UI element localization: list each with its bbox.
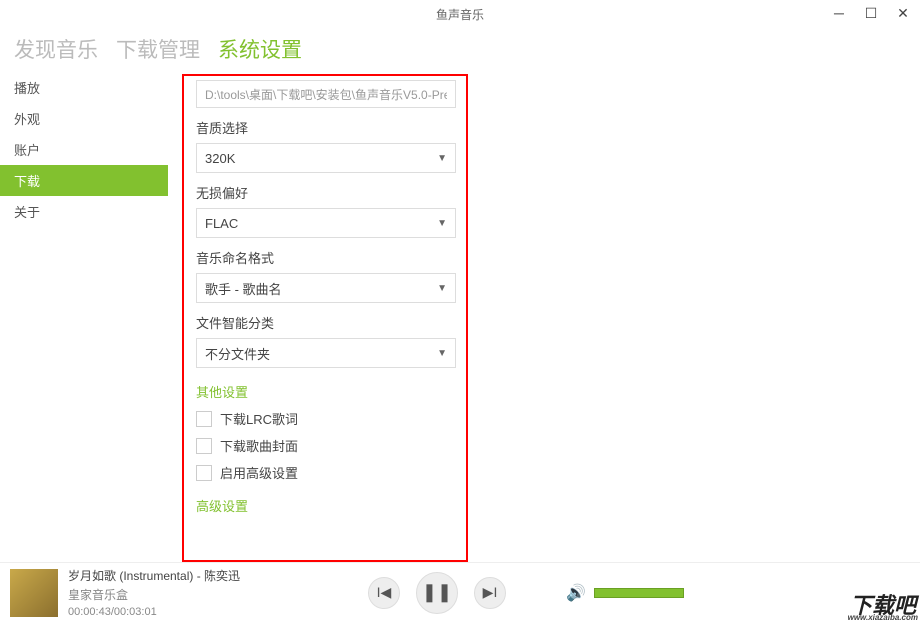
content-area: 播放 外观 账户 下载 关于 音质选择 320K ▼ 无损偏好 FLAC ▼ 音…: [0, 72, 920, 562]
tab-settings[interactable]: 系统设置: [218, 34, 302, 64]
settings-panel: 音质选择 320K ▼ 无损偏好 FLAC ▼ 音乐命名格式 歌手 - 歌曲名 …: [182, 74, 468, 562]
volume-slider[interactable]: [594, 588, 684, 598]
checkbox-row-cover: 下载歌曲封面: [196, 436, 454, 455]
lossless-select[interactable]: FLAC ▼: [196, 208, 456, 238]
volume-section: 🔊: [566, 583, 684, 603]
checkbox-advanced-label: 启用高级设置: [220, 463, 298, 482]
prev-button[interactable]: I◀: [368, 577, 400, 609]
sidebar-item-playback[interactable]: 播放: [0, 72, 168, 103]
classify-select[interactable]: 不分文件夹 ▼: [196, 338, 456, 368]
next-icon: ▶I: [483, 584, 498, 601]
checkbox-cover-label: 下载歌曲封面: [220, 436, 298, 455]
main-tabs: 发现音乐 下载管理 系统设置: [0, 28, 920, 72]
sidebar-item-account[interactable]: 账户: [0, 134, 168, 165]
lossless-label: 无损偏好: [196, 183, 454, 202]
titlebar: 鱼声音乐 ─ ☐ ✕: [0, 0, 920, 28]
naming-value: 歌手 - 歌曲名: [205, 279, 282, 298]
checkbox-cover[interactable]: [196, 438, 212, 454]
play-pause-button[interactable]: ❚❚: [416, 572, 458, 614]
watermark: 下载吧 www.xiazaiba.com: [846, 586, 920, 622]
track-album: 皇家音乐盒: [68, 586, 348, 603]
chevron-down-icon: ▼: [437, 153, 447, 164]
checkbox-lrc[interactable]: [196, 411, 212, 427]
track-info: 岁月如歌 (Instrumental) - 陈奕迅 皇家音乐盒 00:00:43…: [68, 567, 348, 618]
album-art[interactable]: [10, 569, 58, 617]
sidebar-item-download[interactable]: 下载: [0, 165, 168, 196]
window-title: 鱼声音乐: [436, 6, 484, 23]
quality-select[interactable]: 320K ▼: [196, 143, 456, 173]
pause-icon: ❚❚: [422, 582, 452, 603]
settings-sidebar: 播放 外观 账户 下载 关于: [0, 72, 168, 562]
player-bar: 岁月如歌 (Instrumental) - 陈奕迅 皇家音乐盒 00:00:43…: [0, 562, 920, 622]
track-time: 00:00:43/00:03:01: [68, 606, 348, 618]
chevron-down-icon: ▼: [437, 218, 447, 229]
chevron-down-icon: ▼: [437, 348, 447, 359]
watermark-url: www.xiazaiba.com: [848, 613, 918, 622]
advanced-settings-header: 高级设置: [196, 496, 454, 515]
track-title: 岁月如歌 (Instrumental) - 陈奕迅: [68, 567, 348, 584]
checkbox-lrc-label: 下载LRC歌词: [220, 409, 298, 428]
checkbox-row-lrc: 下载LRC歌词: [196, 409, 454, 428]
download-dir-input[interactable]: [196, 80, 456, 108]
checkbox-advanced[interactable]: [196, 465, 212, 481]
tab-discover[interactable]: 发现音乐: [14, 34, 98, 64]
sidebar-item-about[interactable]: 关于: [0, 196, 168, 227]
tab-download[interactable]: 下载管理: [116, 34, 200, 64]
naming-select[interactable]: 歌手 - 歌曲名 ▼: [196, 273, 456, 303]
close-button[interactable]: ✕: [894, 4, 912, 22]
volume-icon[interactable]: 🔊: [566, 583, 586, 603]
minimize-button[interactable]: ─: [830, 4, 848, 22]
lossless-value: FLAC: [205, 216, 238, 231]
chevron-down-icon: ▼: [437, 283, 447, 294]
quality-label: 音质选择: [196, 118, 454, 137]
sidebar-item-appearance[interactable]: 外观: [0, 103, 168, 134]
quality-value: 320K: [205, 151, 235, 166]
classify-value: 不分文件夹: [205, 344, 270, 363]
naming-label: 音乐命名格式: [196, 248, 454, 267]
next-button[interactable]: ▶I: [474, 577, 506, 609]
classify-label: 文件智能分类: [196, 313, 454, 332]
checkbox-row-advanced: 启用高级设置: [196, 463, 454, 482]
other-settings-header: 其他设置: [196, 382, 454, 401]
maximize-button[interactable]: ☐: [862, 4, 880, 22]
player-controls: I◀ ❚❚ ▶I: [368, 572, 506, 614]
prev-icon: I◀: [377, 584, 392, 601]
window-controls: ─ ☐ ✕: [830, 4, 912, 22]
